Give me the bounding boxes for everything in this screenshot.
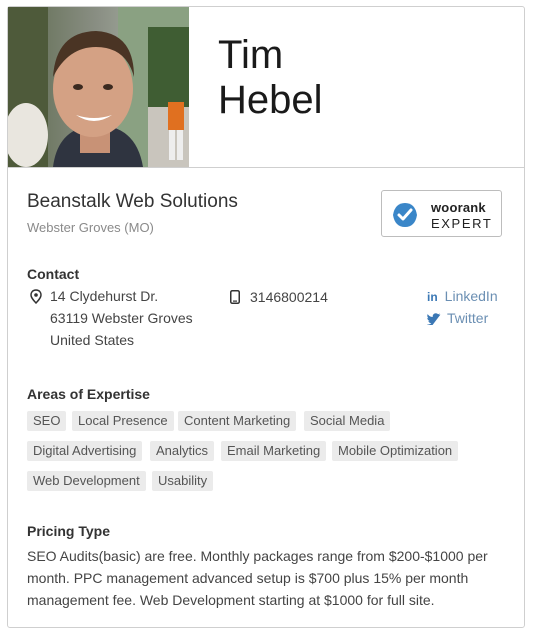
last-name: Hebel	[218, 78, 323, 122]
contact-heading: Contact	[27, 266, 80, 282]
expertise-tag: Digital Advertising	[27, 441, 143, 461]
mobile-phone-icon	[230, 290, 240, 304]
expertise-tag: Mobile Optimization	[332, 441, 459, 461]
address-line-3: United States	[50, 332, 135, 348]
expert-profile-card: Tim Hebel Beanstalk Web Solutions Webste…	[7, 6, 525, 628]
pricing-description: SEO Audits(basic) are free. Monthly pack…	[27, 548, 488, 608]
location-pin-icon	[30, 289, 42, 304]
phone-number[interactable]: 3146800214	[250, 289, 328, 305]
expertise-tag: Social Media	[304, 411, 391, 431]
badge-label: EXPERT	[431, 216, 493, 231]
company-name: Beanstalk Web Solutions	[27, 191, 238, 212]
expertise-tag: Analytics	[150, 441, 215, 461]
expertise-tag: Email Marketing	[221, 441, 327, 461]
twitter-label: Twitter	[447, 310, 489, 326]
twitter-icon	[427, 313, 441, 325]
expertise-heading: Areas of Expertise	[27, 386, 150, 402]
expertise-tag: SEO	[27, 411, 67, 431]
profile-name: Tim Hebel	[218, 33, 323, 123]
expertise-tag: Content Marketing	[178, 411, 297, 431]
address-line-2: 63119 Webster Groves	[50, 310, 193, 326]
check-badge-icon	[393, 203, 417, 227]
first-name: Tim	[218, 33, 284, 77]
address-line-1: 14 Clydehurst Dr.	[50, 288, 159, 304]
expertise-tag: Web Development	[27, 471, 146, 491]
twitter-link[interactable]: Twitter	[427, 310, 488, 326]
company-location: Webster Groves (MO)	[27, 220, 154, 235]
expertise-tag: Usability	[152, 471, 214, 491]
linkedin-icon: in	[427, 290, 438, 304]
profile-photo	[8, 7, 189, 167]
expertise-tag: Local Presence	[72, 411, 174, 431]
linkedin-label: LinkedIn	[444, 288, 498, 304]
pricing-heading: Pricing Type	[27, 523, 110, 539]
badge-brand: woorank	[431, 200, 486, 215]
profile-header: Tim Hebel	[8, 7, 524, 168]
woorank-expert-badge: woorank EXPERT	[381, 190, 502, 237]
linkedin-link[interactable]: in LinkedIn	[427, 288, 498, 304]
